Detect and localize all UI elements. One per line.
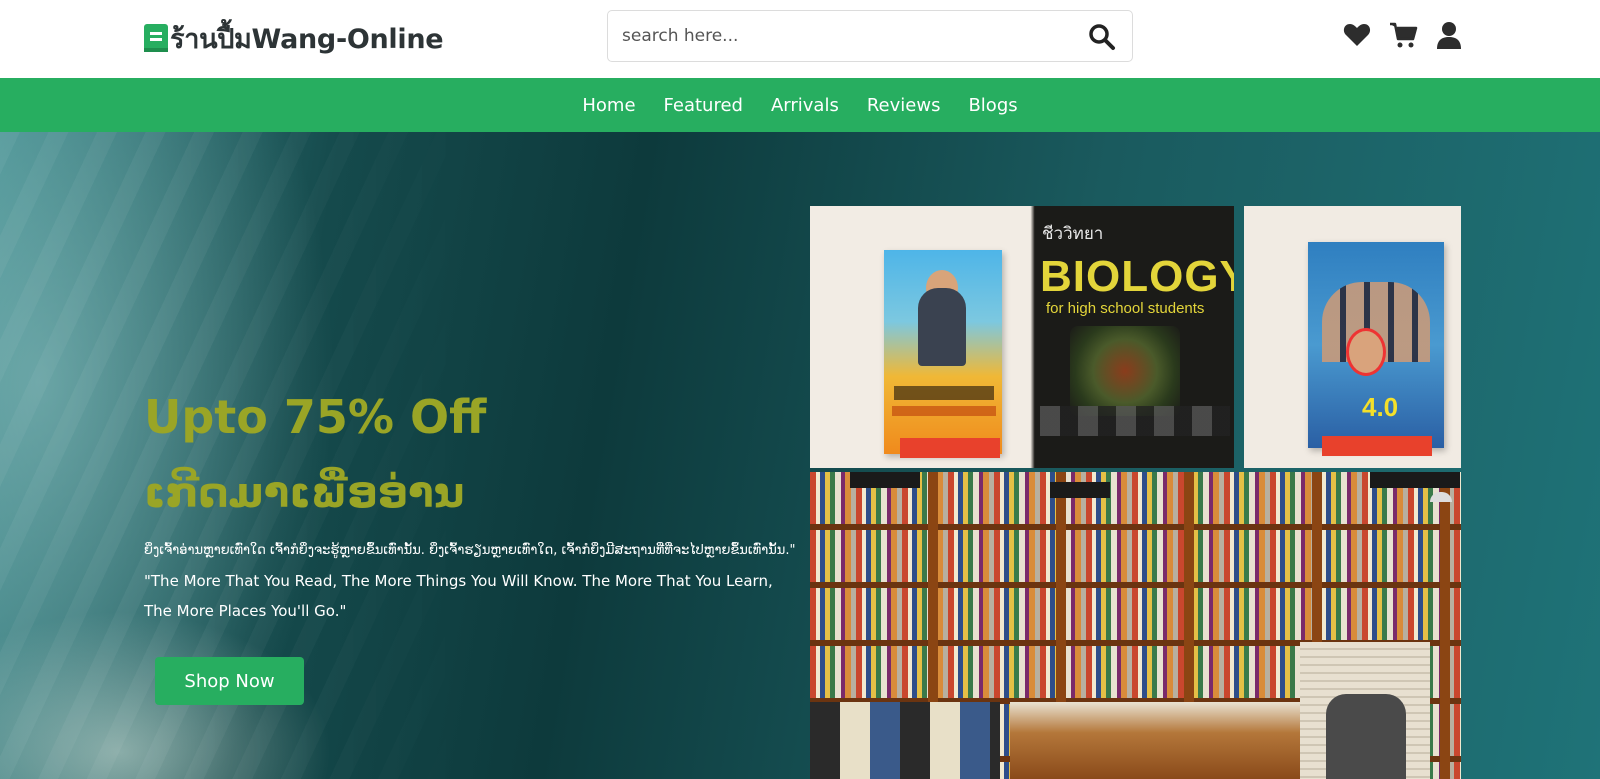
cart-icon[interactable]: [1388, 20, 1418, 50]
hero-subtitle: ເກີດມາເພື່ອອ່ານ: [144, 468, 465, 517]
biology-thai-title: ชีววิทยา: [1042, 224, 1104, 244]
hero-title: Upto 75% Off: [144, 390, 487, 444]
user-icon[interactable]: [1434, 20, 1464, 50]
shop-now-button[interactable]: Shop Now: [155, 657, 304, 705]
hero-quote-english: "The More That You Read, The More Things…: [144, 572, 773, 620]
book-subtitle-bar: [892, 406, 996, 416]
book-cover-success: [884, 250, 1002, 454]
search-input[interactable]: [608, 26, 1068, 46]
shelf-sign: [1050, 482, 1110, 498]
shelf-sign: [1370, 472, 1460, 488]
book-icon: [144, 24, 168, 52]
book-photo-success-biology[interactable]: ชีววิทยา BIOLOGY for high school student…: [810, 206, 1234, 468]
biology-subtitle: for high school students: [1046, 300, 1205, 317]
nav-arrivals[interactable]: Arrivals: [771, 95, 839, 116]
front-table-books: [810, 702, 1000, 779]
book-title-40: 4.0: [1362, 392, 1399, 422]
fiction-sign: [850, 472, 920, 488]
biology-cover-strip: [1040, 406, 1230, 436]
biology-title: BIOLOGY: [1040, 252, 1234, 301]
logo-text: ร้านปื้มWang-Online: [170, 23, 444, 55]
nav-home[interactable]: Home: [582, 95, 635, 116]
heart-icon[interactable]: [1342, 20, 1372, 50]
author-suit: [918, 288, 966, 366]
bookstore-photo[interactable]: [810, 472, 1461, 779]
site-logo[interactable]: ร้านปื้มWang-Online: [144, 20, 444, 56]
nav-featured[interactable]: Featured: [664, 95, 743, 116]
tshirt-display: [1326, 694, 1406, 779]
display-table: [1010, 702, 1310, 779]
nav-blogs[interactable]: Blogs: [968, 95, 1017, 116]
main-nav: Home Featured Arrivals Reviews Blogs: [0, 78, 1600, 132]
biology-cover-art: [1070, 326, 1180, 416]
site-header: ร้านปื้มWang-Online: [0, 0, 1600, 78]
hero-section: Upto 75% Off ເກີດມາເພື່ອອ່ານ ຍິ່ງເຈົ້າອ່…: [0, 132, 1600, 779]
book-stand: [1322, 436, 1432, 456]
book-stand: [900, 438, 1000, 458]
book-title-bar: [894, 386, 994, 400]
search-box: [607, 10, 1133, 62]
nav-reviews[interactable]: Reviews: [867, 95, 941, 116]
header-icons: [1342, 20, 1464, 50]
search-icon[interactable]: [1088, 23, 1116, 51]
hero-quote-lao: ຍິ່ງເຈົ້າອ່ານຫຼາຍເທົ່າໃດ ເຈົ້າກໍຍິ່ງຈະຮູ…: [144, 543, 796, 558]
book-cover-leader: 4.0: [1308, 242, 1444, 448]
cover-portrait: [1346, 328, 1386, 376]
hero-quote: ຍິ່ງເຈົ້າອ່ານຫຼາຍເທົ່າໃດ ເຈົ້າກໍຍິ່ງຈະຮູ…: [144, 536, 796, 626]
book-photo-leader[interactable]: 4.0: [1244, 206, 1461, 468]
